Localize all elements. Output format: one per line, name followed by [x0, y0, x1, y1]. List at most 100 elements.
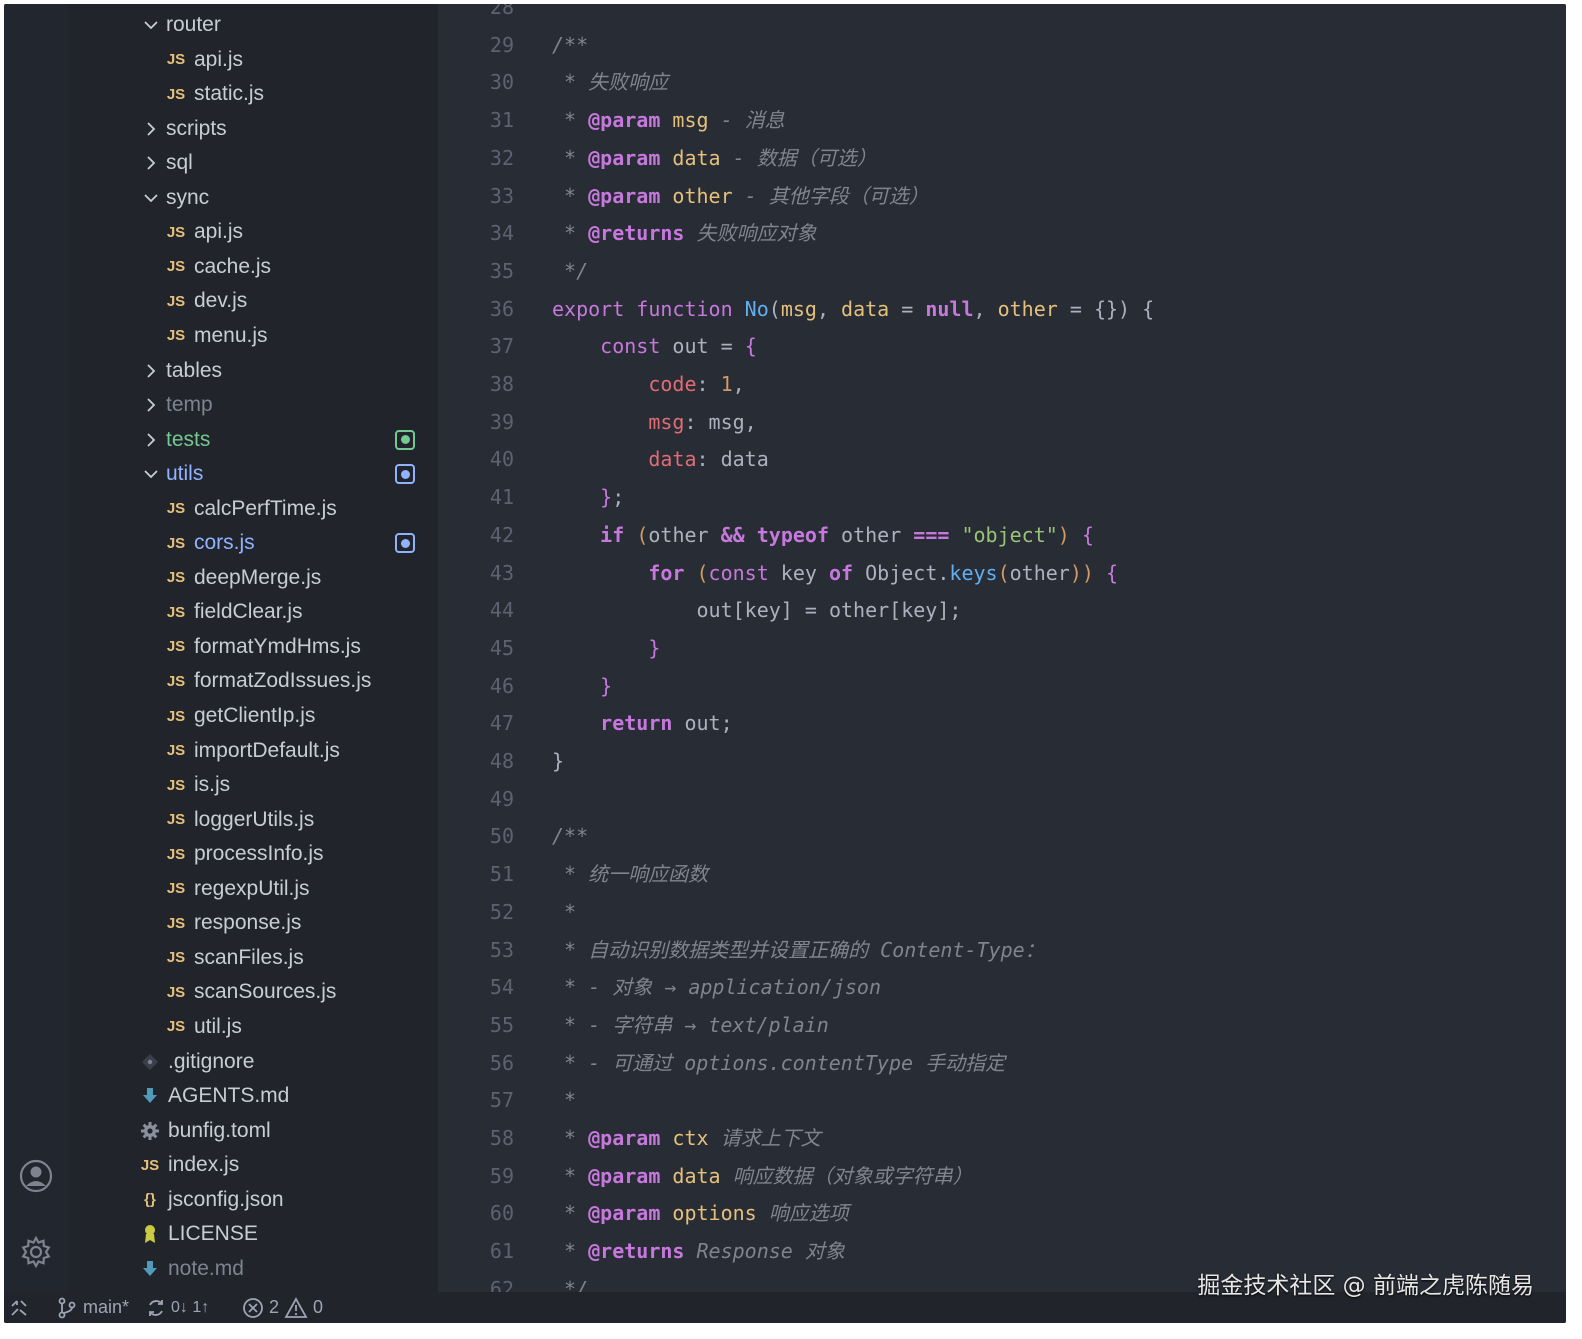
branch-indicator[interactable]: main*	[56, 1292, 129, 1323]
code-line[interactable]: 49	[438, 780, 1566, 818]
tree-folder[interactable]: scripts	[68, 112, 438, 146]
code-token: other	[660, 183, 733, 208]
tree-folder[interactable]: router	[68, 8, 438, 42]
tree-folder[interactable]: sql	[68, 146, 438, 180]
tree-file[interactable]: JS scanFiles.js	[68, 941, 438, 975]
tree-folder[interactable]: utils	[68, 457, 438, 491]
tree-file[interactable]: {} jsconfig.json	[68, 1183, 438, 1217]
tree-file[interactable]: JS deepMerge.js	[68, 561, 438, 595]
code-token: @returns	[588, 1239, 685, 1264]
code-line[interactable]: 45 }	[438, 629, 1566, 667]
code-line[interactable]: 53 * 自动识别数据类型并设置正确的 Content-Type：	[438, 931, 1566, 969]
remote-indicator-icon[interactable]	[10, 1292, 28, 1323]
chevron-right-icon[interactable]	[140, 360, 162, 382]
tree-file[interactable]: JS util.js	[68, 1010, 438, 1044]
tree-file[interactable]: JS menu.js	[68, 319, 438, 353]
tree-file[interactable]: bunfig.toml	[68, 1114, 438, 1148]
tree-file[interactable]: JS response.js	[68, 906, 438, 940]
tree-item-label: api.js	[194, 47, 244, 71]
code-line[interactable]: 58 * @param ctx 请求上下文	[438, 1119, 1566, 1157]
code-line[interactable]: 55 * - 字符串 → text/plain	[438, 1006, 1566, 1044]
code-line[interactable]: 38 code: 1,	[438, 365, 1566, 403]
tree-folder[interactable]: sync	[68, 181, 438, 215]
code-line[interactable]: 31 * @param msg - 消息	[438, 101, 1566, 139]
line-number: 55	[489, 1012, 514, 1037]
json-file-icon: {}	[144, 1191, 156, 1209]
code-line[interactable]: 28	[438, 4, 1566, 26]
tree-file[interactable]: JS calcPerfTime.js	[68, 492, 438, 526]
tree-file[interactable]: JS formatYmdHms.js	[68, 630, 438, 664]
chevron-right-icon[interactable]	[140, 429, 162, 451]
tree-item-label: tests	[166, 427, 211, 451]
code-line[interactable]: 35 */	[438, 252, 1566, 290]
tree-file[interactable]: JS processInfo.js	[68, 837, 438, 871]
problems-indicator[interactable]: 2 0	[242, 1292, 323, 1323]
tree-file[interactable]: JS loggerUtils.js	[68, 803, 438, 837]
tree-file[interactable]: JS regexpUtil.js	[68, 872, 438, 906]
code-line[interactable]: 57 *	[438, 1081, 1566, 1119]
javascript-file-icon: JS	[166, 707, 186, 725]
code-line[interactable]: 41 };	[438, 478, 1566, 516]
tree-file[interactable]: JS importDefault.js	[68, 734, 438, 768]
chevron-right-icon[interactable]	[140, 394, 162, 416]
code-line[interactable]: 37 const out = {	[438, 327, 1566, 365]
code-line[interactable]: 60 * @param options 响应选项	[438, 1194, 1566, 1232]
tree-file[interactable]: JS is.js	[68, 768, 438, 802]
tree-file[interactable]: JS static.js	[68, 77, 438, 111]
code-text: *	[552, 1081, 576, 1119]
code-line[interactable]: 40 data: data	[438, 440, 1566, 478]
tree-folder[interactable]: tests	[68, 423, 438, 457]
tree-file[interactable]: .gitignore	[68, 1045, 438, 1079]
code-line[interactable]: 59 * @param data 响应数据（对象或字符串）	[438, 1157, 1566, 1195]
tree-item-label: getClientIp.js	[194, 704, 316, 727]
chevron-right-icon[interactable]	[140, 152, 162, 174]
code-line[interactable]: 50 /**	[438, 817, 1566, 855]
tree-file[interactable]: LICENSE	[68, 1217, 438, 1251]
code-line[interactable]: 44 out[key] = other[key];	[438, 591, 1566, 629]
code-line[interactable]: 52 *	[438, 893, 1566, 931]
code-line[interactable]: 61 * @returns Response 对象	[438, 1232, 1566, 1270]
sync-indicator[interactable]: 0↓ 1↑	[146, 1292, 209, 1323]
settings-gear-icon[interactable]	[12, 1228, 60, 1276]
tree-file[interactable]: JS cors.js	[68, 526, 438, 560]
code-line[interactable]: 47 return out;	[438, 704, 1566, 742]
chevron-down-icon[interactable]	[140, 463, 162, 485]
code-line[interactable]: 33 * @param other - 其他字段（可选）	[438, 177, 1566, 215]
code-line[interactable]: 30 * 失败响应	[438, 63, 1566, 101]
code-line[interactable]: 29 /**	[438, 26, 1566, 64]
code-line[interactable]: 34 * @returns 失败响应对象	[438, 214, 1566, 252]
tree-folder[interactable]: tables	[68, 354, 438, 388]
tree-file[interactable]: JS cache.js	[68, 250, 438, 284]
code-line[interactable]: 54 * - 对象 → application/json	[438, 968, 1566, 1006]
tree-file[interactable]: JS formatZodIssues.js	[68, 664, 438, 698]
tree-file[interactable]: JS api.js	[68, 215, 438, 249]
code-line[interactable]: 32 * @param data - 数据（可选）	[438, 139, 1566, 177]
code-line[interactable]: 43 for (const key of Object.keys(other))…	[438, 554, 1566, 592]
chevron-right-icon[interactable]	[140, 118, 162, 140]
code-text: /**	[552, 817, 588, 855]
tree-folder[interactable]: temp	[68, 388, 438, 422]
code-line[interactable]: 42 if (other && typeof other === "object…	[438, 516, 1566, 554]
git-file-icon	[138, 1053, 162, 1071]
tree-file[interactable]: JS scanSources.js	[68, 975, 438, 1009]
tree-file[interactable]: JS getClientIp.js	[68, 699, 438, 733]
chevron-down-icon[interactable]	[140, 187, 162, 209]
account-icon[interactable]	[12, 1152, 60, 1200]
code-line[interactable]: 48}	[438, 742, 1566, 780]
code-line[interactable]: 39 msg: msg,	[438, 403, 1566, 441]
tree-file[interactable]: JS index.js	[68, 1148, 438, 1182]
tree-file[interactable]: JS api.js	[68, 43, 438, 77]
tree-item-label: static.js	[194, 82, 265, 106]
code-line[interactable]: 51 * 统一响应函数	[438, 855, 1566, 893]
code-line[interactable]: 36 export function No(msg, data = null, o…	[438, 290, 1566, 328]
tree-file[interactable]: AGENTS.md	[68, 1079, 438, 1113]
tree-file[interactable]: JS dev.js	[68, 284, 438, 318]
code-editor[interactable]: 28 29/** 30 * 失败响应 31 * @param msg - 消息 32 *…	[438, 4, 1566, 1292]
chevron-down-icon[interactable]	[140, 14, 162, 36]
tree-file[interactable]: JS fieldClear.js	[68, 595, 438, 629]
code-text: * @param msg - 消息	[552, 101, 785, 139]
code-line[interactable]: 46 }	[438, 667, 1566, 705]
tree-file[interactable]: note.md	[68, 1252, 438, 1286]
code-line[interactable]: 56 * - 可通过 options.contentType 手动指定	[438, 1044, 1566, 1082]
